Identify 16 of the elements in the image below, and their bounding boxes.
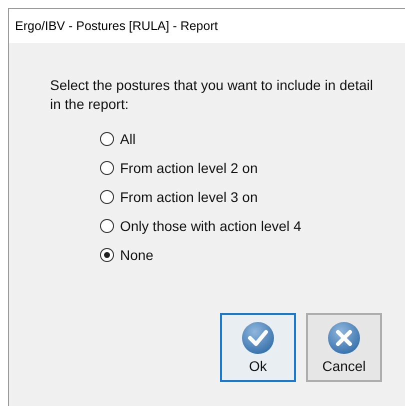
radio-button[interactable] [100,248,114,262]
prompt-text: Select the postures that you want to include in detail in the report: [50,76,374,114]
option-label[interactable]: Only those with action level 4 [120,218,302,234]
option-label[interactable]: None [120,247,154,263]
option-label[interactable]: From action level 3 on [120,189,258,205]
dialog-button[interactable]: Ok [220,313,296,382]
window-title: Ergo/IBV - Postures [RULA] - Report [15,19,218,33]
radio-button[interactable] [100,190,114,204]
radio-button[interactable] [100,161,114,175]
dialog-button[interactable]: Cancel [306,313,382,382]
radio-button[interactable] [100,219,114,233]
checkmark-icon [241,321,275,355]
option-label[interactable]: From action level 2 on [120,160,258,176]
close-icon [327,321,361,355]
option-label[interactable]: All [120,131,136,147]
radio-button[interactable] [100,132,114,146]
